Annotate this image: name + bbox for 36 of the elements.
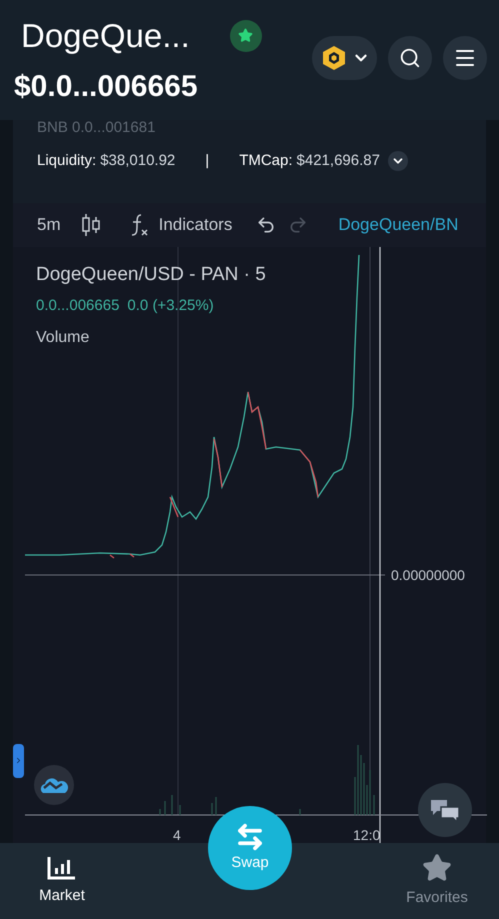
liquidity-value: $38,010.92 xyxy=(100,151,176,171)
swap-icon xyxy=(235,822,265,852)
interval-button[interactable]: 5m xyxy=(37,212,61,238)
chat-bubbles-icon xyxy=(429,797,461,823)
candlestick-icon[interactable] xyxy=(80,212,101,236)
indicators-button[interactable]: Indicators xyxy=(128,212,232,238)
market-tab[interactable]: Market xyxy=(17,854,107,908)
favorites-tab[interactable]: Favorites xyxy=(392,852,482,910)
symbol-label[interactable]: DogeQueen/BN xyxy=(338,212,458,238)
panel-toggle-button[interactable] xyxy=(13,744,24,778)
time-axis-label: 12:0 xyxy=(353,826,380,844)
search-button[interactable] xyxy=(388,36,432,80)
expand-button[interactable] xyxy=(388,151,408,172)
liquidity-label: Liquidity: xyxy=(37,151,96,171)
mcap-label: TMCap: xyxy=(239,151,293,171)
chart-style-button[interactable] xyxy=(34,764,74,804)
favorite-badge[interactable] xyxy=(230,20,262,52)
legend-price: 0.0...006665 xyxy=(36,296,120,316)
price-axis-label: 0.00000000 xyxy=(391,566,465,584)
undo-icon[interactable] xyxy=(256,214,276,234)
token-title: DogeQue... xyxy=(21,16,190,56)
star-icon xyxy=(238,28,254,43)
time-axis-label: 4 xyxy=(173,826,181,844)
chevron-right-icon xyxy=(14,756,23,765)
bar-chart-icon xyxy=(47,854,77,881)
chart-legend-title: DogeQueen/USD - PAN · 5 xyxy=(36,262,266,286)
token-price: $0.0...006665 xyxy=(14,69,199,106)
network-selector[interactable] xyxy=(312,36,377,80)
menu-button[interactable] xyxy=(443,36,487,80)
volume-label: Volume xyxy=(36,328,90,348)
mcap-value: $421,696.87 xyxy=(296,151,380,171)
search-icon xyxy=(399,47,421,69)
star-icon xyxy=(422,852,452,883)
bnb-price: BNB 0.0...001681 xyxy=(36,120,156,136)
stat-separator: | xyxy=(205,151,210,171)
legend-change: 0.0 (+3.25%) xyxy=(127,296,214,316)
